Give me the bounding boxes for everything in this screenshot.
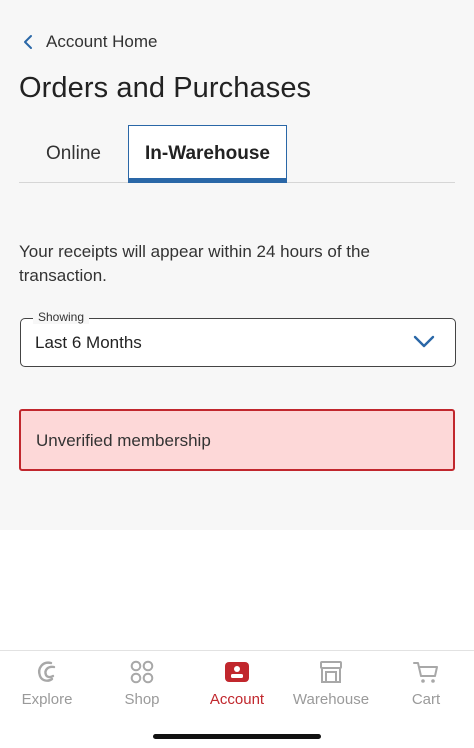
tab-in-warehouse[interactable]: In-Warehouse	[128, 125, 287, 183]
cart-icon	[413, 662, 438, 683]
tab-selected-indicator	[128, 178, 287, 183]
time-range-select[interactable]: Showing Last 6 Months	[20, 310, 456, 367]
tab-online[interactable]: Online	[19, 125, 128, 182]
tab-in-warehouse-label: In-Warehouse	[145, 143, 270, 164]
select-legend: Showing	[33, 310, 90, 324]
chevron-left-icon	[24, 35, 32, 49]
nav-account[interactable]: Account	[190, 651, 284, 721]
select-value: Last 6 Months	[35, 333, 142, 352]
main-content: Account Home Orders and Purchases Online…	[0, 0, 474, 530]
nav-shop[interactable]: Shop	[95, 651, 189, 721]
tab-bar: Online In-Warehouse	[19, 125, 455, 183]
account-icon	[225, 662, 249, 682]
unverified-membership-alert: Unverified membership	[19, 409, 455, 471]
receipts-info-text: Your receipts will appear within 24 hour…	[19, 242, 370, 285]
chevron-down-icon	[413, 335, 435, 348]
home-indicator	[153, 734, 321, 739]
nav-cart-label: Cart	[411, 691, 441, 708]
nav-warehouse[interactable]: Warehouse	[284, 651, 378, 721]
nav-explore[interactable]: Explore	[0, 651, 94, 721]
nav-shop-label: Shop	[124, 691, 160, 708]
explore-icon	[38, 661, 56, 682]
shop-grid-icon	[130, 660, 154, 684]
nav-account-label: Account	[209, 691, 265, 708]
back-link[interactable]: Account Home	[20, 28, 158, 56]
tab-online-label: Online	[46, 142, 101, 164]
nav-cart[interactable]: Cart	[379, 651, 473, 721]
warehouse-icon	[320, 661, 342, 683]
nav-warehouse-label: Warehouse	[292, 691, 370, 708]
page-title: Orders and Purchases	[19, 72, 312, 104]
back-link-label: Account Home	[46, 32, 158, 51]
alert-message: Unverified membership	[36, 431, 211, 450]
nav-explore-label: Explore	[21, 691, 73, 708]
